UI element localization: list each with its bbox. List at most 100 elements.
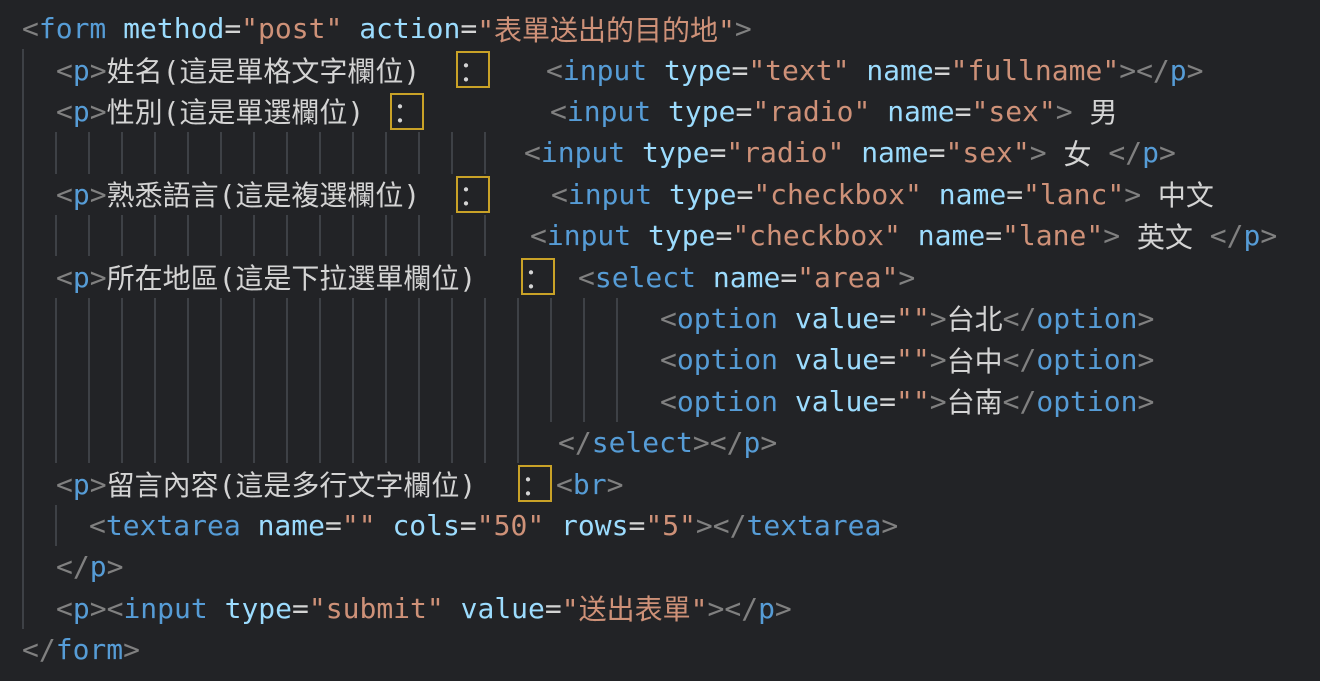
code-line[interactable]: <p>留言內容(這是多行文字欄位)：<br> [0,463,1320,504]
indent-guide [583,339,585,380]
token-string: "sex" [945,136,1029,169]
code-line[interactable]: <textarea name="" cols="50" rows="5"></t… [0,505,1320,546]
token-punctuation: > [1124,178,1141,211]
indent-guide [352,215,354,256]
code-line[interactable]: <p>性別(這是單選欄位)：<input type="radio" name="… [0,91,1320,132]
indent-guide [220,339,222,380]
indent-guide [22,91,24,132]
indent-guide [385,339,387,380]
token-text: 留言內容(這是多行文字欄位) [107,464,477,504]
token-text [696,261,713,294]
indent-guide [22,174,24,215]
indent-guide [517,422,519,463]
token-punctuation: </ [56,550,90,583]
indent-guide [154,298,156,339]
token-punctuation: </ [724,592,758,625]
indent-guide [22,588,24,629]
token-punctuation: > [930,343,947,376]
token-tag: p [1170,54,1187,87]
token-tag: p [73,178,90,211]
code-line[interactable]: <p>熟悉語言(這是複選欄位)：<input type="checkbox" n… [0,174,1320,215]
code-segment: <input type="checkbox" name="lanc"> 中文 [551,174,1214,215]
code-segment: <form method="post" action="表單送出的目的地"> [22,8,752,49]
code-editor[interactable]: <form method="post" action="表單送出的目的地"><p… [0,0,1320,681]
indent-guide [286,298,288,339]
token-tag: p [73,261,90,294]
code-line[interactable]: </form> [0,629,1320,670]
code-line[interactable]: <form method="post" action="表單送出的目的地"> [0,8,1320,49]
token-text: ： [459,50,487,90]
code-segment: <input type="radio" name="sex"> 男 [550,91,1118,132]
token-text: = [780,261,797,294]
token-attribute: name [713,261,780,294]
token-tag: textarea [106,509,241,542]
token-text: 中文 [1141,174,1214,214]
indent-guide [385,422,387,463]
token-tag: form [56,633,123,666]
code-line[interactable]: <input type="checkbox" name="lane"> 英文 <… [0,215,1320,256]
token-attribute: action [359,12,460,45]
token-text: 台北 [947,298,1003,338]
token-attribute: rows [561,509,628,542]
indent-guide [583,298,585,339]
token-punctuation: < [550,95,567,128]
token-punctuation: > [607,468,624,501]
indent-guide [616,298,618,339]
token-text [647,54,664,87]
token-punctuation: > [90,261,107,294]
code-line[interactable]: <p>所在地區(這是下拉選單欄位)：<select name="area"> [0,256,1320,297]
indent-guide [55,132,57,173]
indent-guide [319,422,321,463]
token-punctuation: > [90,178,107,211]
token-punctuation: < [556,468,573,501]
indent-guide [121,215,123,256]
token-text: = [224,12,241,45]
token-attribute: name [918,219,985,252]
token-string: "" [342,509,376,542]
token-text: 台中 [947,340,1003,380]
code-segment: <p>留言內容(這是多行文字欄位) [56,463,476,504]
indent-guide [55,215,57,256]
token-punctuation: > [1138,343,1155,376]
token-attribute: value [795,343,879,376]
token-punctuation: < [551,178,568,211]
indent-guide [352,298,354,339]
indent-guide [385,215,387,256]
code-segment: <input type="radio" name="sex"> 女 </p> [524,132,1176,173]
indent-guide [319,215,321,256]
code-line[interactable]: </p> [0,546,1320,587]
code-line[interactable]: <option value="">台中</option> [0,339,1320,380]
token-tag: option [677,385,778,418]
indent-guide [22,422,24,463]
indent-guide [517,339,519,380]
token-string: "" [896,302,930,335]
token-text [901,219,918,252]
code-line[interactable]: <p>姓名(這是單格文字欄位)：<input type="text" name=… [0,49,1320,90]
token-text: = [735,95,752,128]
token-tag: p [1142,136,1159,169]
token-punctuation: > [696,509,713,542]
indent-guide [286,381,288,422]
indent-guide [352,381,354,422]
code-line[interactable]: <option value="">台南</option> [0,381,1320,422]
token-text: ： [524,257,552,297]
indent-guide [220,215,222,256]
token-punctuation: < [89,509,106,542]
code-line[interactable]: <p><input type="submit" value="送出表單"></p… [0,588,1320,629]
token-text [778,385,795,418]
token-attribute: value [795,302,879,335]
indent-guide [121,298,123,339]
token-punctuation: < [530,219,547,252]
token-punctuation: > [881,509,898,542]
code-line[interactable]: <option value="">台北</option> [0,298,1320,339]
token-punctuation: </ [22,633,56,666]
token-punctuation: > [90,468,107,501]
code-line[interactable]: <input type="radio" name="sex"> 女 </p> [0,132,1320,173]
code-segment: </p> [56,546,123,587]
token-punctuation: < [524,136,541,169]
code-line[interactable]: </select></p> [0,422,1320,463]
token-text: = [929,136,946,169]
token-attribute: name [939,178,1006,211]
indent-guide [88,381,90,422]
indent-guide [385,132,387,173]
